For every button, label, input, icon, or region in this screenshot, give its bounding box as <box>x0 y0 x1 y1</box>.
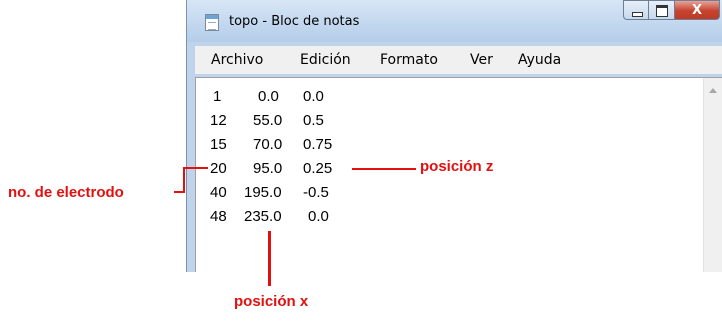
vertical-scrollbar[interactable] <box>703 78 722 272</box>
close-button[interactable]: X <box>675 0 720 20</box>
line-1-x: 0.0 <box>258 88 279 105</box>
scroll-up-arrow-icon[interactable] <box>709 88 717 93</box>
maximize-icon <box>656 5 668 17</box>
title-bar[interactable]: topo - Bloc de notas X <box>187 0 722 42</box>
line-1-z: 0.0 <box>303 88 324 105</box>
maximize-button[interactable] <box>649 0 675 20</box>
line-1-electrode: 1 <box>213 88 222 105</box>
line-2-x: 55.0 <box>253 112 283 129</box>
minimize-icon <box>632 12 643 17</box>
minimize-button[interactable] <box>623 0 649 20</box>
line-3-x: 70.0 <box>253 136 283 153</box>
electrode-arrow-vertical <box>183 167 185 193</box>
line-2-electrode: 12 <box>210 112 227 129</box>
window-controls: X <box>623 0 720 22</box>
menu-archivo[interactable]: Archivo <box>211 52 263 68</box>
line-6-x: 235.0 <box>244 208 282 225</box>
notepad-icon <box>205 14 219 31</box>
annotation-x-position: posición x <box>234 293 309 310</box>
menu-ayuda[interactable]: Ayuda <box>518 52 561 68</box>
window-title: topo - Bloc de notas <box>229 14 360 29</box>
line-4-electrode: 20 <box>210 160 227 177</box>
line-5-z: -0.5 <box>303 184 329 201</box>
annotation-z-position: posición z <box>420 158 494 175</box>
menu-bar: Archivo Edición Formato Ver Ayuda <box>195 46 722 74</box>
line-4-x: 95.0 <box>253 160 283 177</box>
menu-formato[interactable]: Formato <box>380 52 438 68</box>
x-arrow-line <box>268 231 271 286</box>
line-5-electrode: 40 <box>210 184 227 201</box>
line-2-z: 0.5 <box>303 112 324 129</box>
line-3-electrode: 15 <box>210 136 227 153</box>
electrode-arrow-to-text <box>183 167 208 169</box>
line-6-electrode: 48 <box>210 208 227 225</box>
close-icon: X <box>691 3 703 18</box>
line-3-z: 0.75 <box>303 136 333 153</box>
line-5-x: 195.0 <box>244 184 282 201</box>
menu-edicion[interactable]: Edición <box>300 52 351 68</box>
annotation-electrode-number: no. de electrodo <box>8 184 124 201</box>
line-6-z: 0.0 <box>308 208 329 225</box>
line-4-z: 0.25 <box>303 160 333 177</box>
z-arrow-line <box>352 168 416 170</box>
menu-ver[interactable]: Ver <box>470 52 493 68</box>
